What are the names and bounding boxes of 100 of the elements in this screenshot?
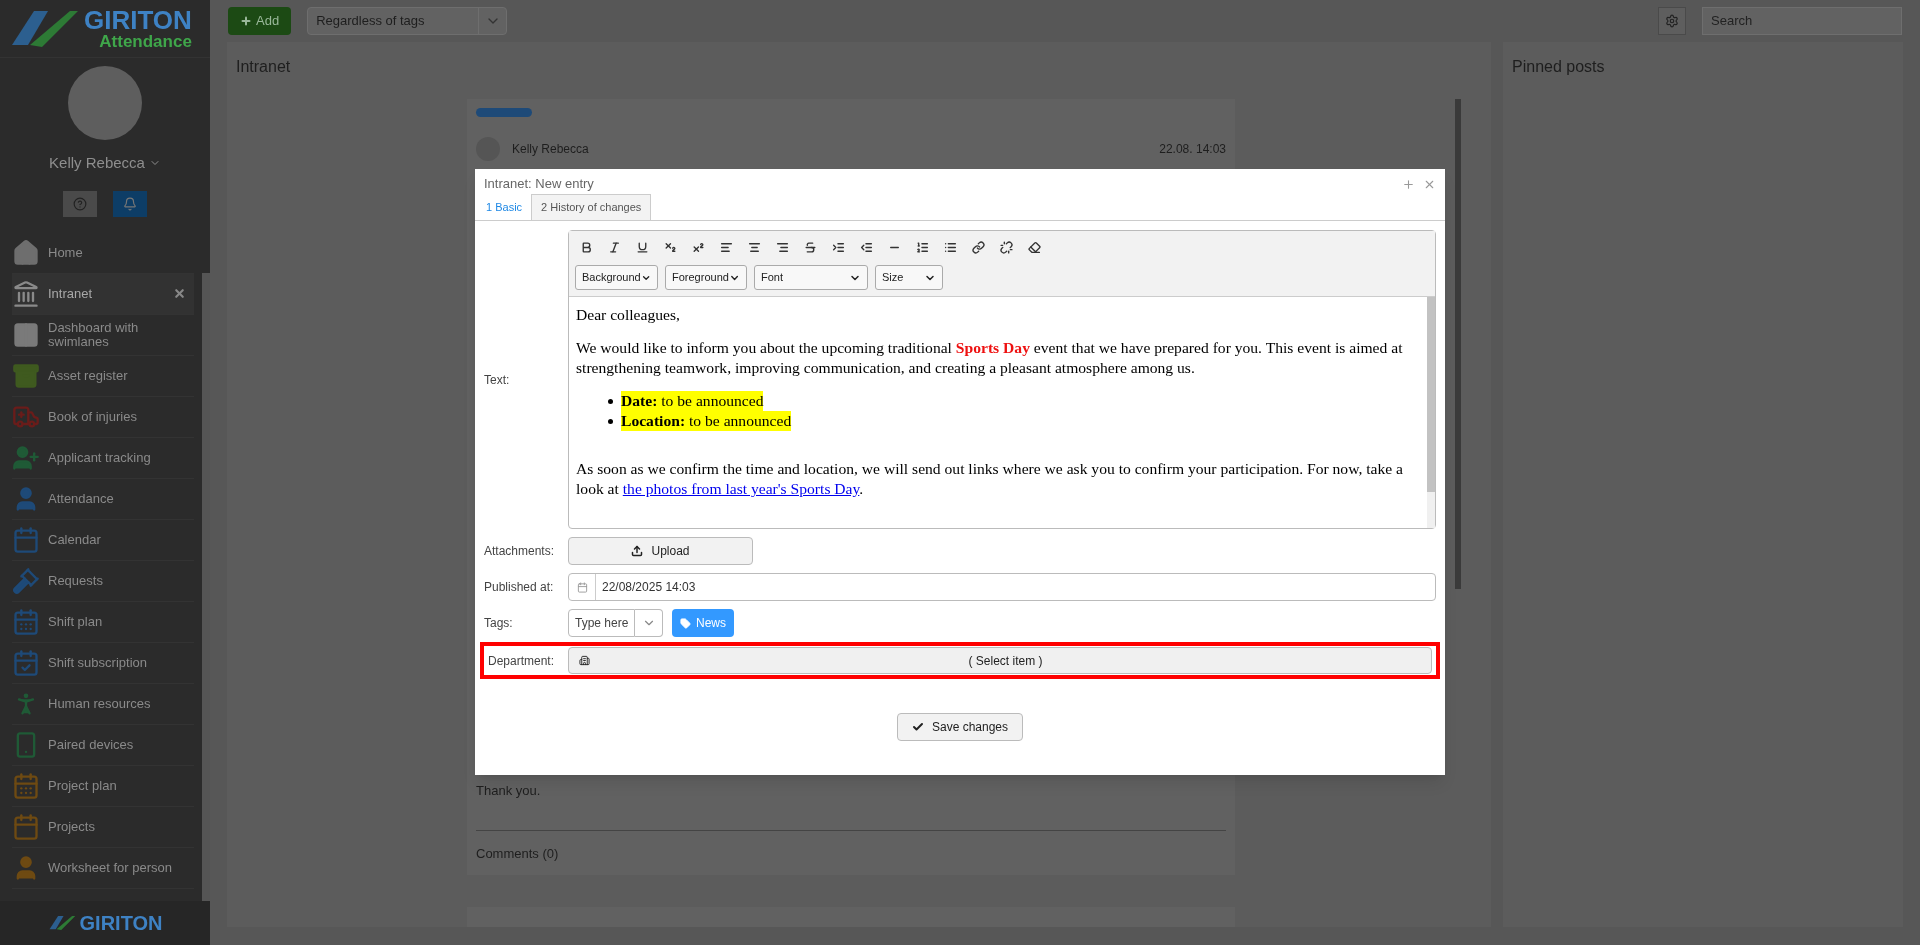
tag-filter-dropdown[interactable]: Regardless of tags: [307, 6, 508, 35]
comments-link[interactable]: Comments (0): [476, 846, 559, 861]
select-item-button[interactable]: ( Select item ): [568, 647, 1432, 674]
paragraph: Dear colleagues,: [576, 305, 681, 325]
post-date: 22.08. 14:03: [1159, 140, 1226, 158]
underline-icon: [635, 240, 649, 254]
building-icon: [579, 655, 590, 666]
sidebar-item[interactable]: Requests: [12, 560, 194, 602]
add-button[interactable]: Add: [228, 6, 292, 35]
paragraph: We would like to inform you about the upcoming traditional Sports Day event that we have prepared for you. This event is aimed at strengthening teamwork, improving communication, and creating a pleasant atmosphere among us.: [576, 338, 1404, 378]
sidebar-item-label: Shift plan: [48, 614, 104, 629]
sidebar-item-label: Asset register: [48, 368, 129, 383]
bell-icon: [123, 196, 137, 211]
columns-icon: [12, 320, 40, 349]
unlink-button[interactable]: [997, 238, 1015, 256]
list-item: Location: to be announced: [621, 411, 792, 431]
sidebar-item-label: Projects: [48, 819, 96, 834]
photos-link[interactable]: the photos from last year's Sports Day: [622, 480, 860, 497]
logo-product: Attendance: [99, 33, 192, 50]
field-label: Department:: [488, 652, 556, 670]
field-label: Attachments:: [484, 543, 556, 560]
box-icon: [12, 361, 40, 390]
sidebar-item-label: Book of injuries: [48, 409, 138, 424]
search-field[interactable]: Search: [1702, 6, 1902, 35]
calendar-icon: [576, 581, 588, 593]
calendar-grid-icon: [12, 771, 40, 800]
sidebar-item[interactable]: Shift subscription: [12, 642, 194, 684]
sidebar-item[interactable]: Shift plan: [12, 601, 194, 643]
link-icon: [971, 240, 985, 254]
sidebar-item[interactable]: Projects: [12, 806, 194, 848]
subscript-icon: [663, 240, 677, 254]
tag-icon: [680, 617, 691, 629]
notifications-button[interactable]: [113, 190, 147, 217]
field-label: Text:: [484, 371, 510, 389]
bullet-list-icon: [943, 240, 957, 254]
sidebar-item-label: Intranet: [48, 286, 94, 301]
sidebar-item[interactable]: Calendar: [12, 519, 194, 561]
bullet-icon: [608, 418, 613, 424]
format-select[interactable]: Background: [575, 265, 658, 290]
tab[interactable]: 2 History of changes: [531, 194, 652, 220]
sidebar-item[interactable]: Home: [12, 232, 194, 274]
sidebar-item-label: Human resources: [48, 696, 152, 711]
field-label: Published at:: [484, 579, 555, 596]
select-value: Size: [882, 270, 905, 286]
sidebar-item[interactable]: Attendance: [12, 478, 194, 520]
settings-button[interactable]: [1658, 6, 1686, 35]
sidebar-item[interactable]: Project plan: [12, 765, 194, 807]
sidebar-item[interactable]: Dashboard with swimlanes: [12, 314, 194, 356]
unlink-icon: [999, 240, 1013, 254]
save-button[interactable]: Save changes: [896, 713, 1024, 741]
sidebar-item[interactable]: Worksheet for person: [12, 847, 194, 889]
logo-brand: GIRITON: [84, 7, 192, 33]
strikethrough-icon: [803, 240, 817, 254]
field-label: Tags:: [484, 615, 514, 632]
sidebar-item-label: Home: [48, 245, 84, 260]
settings-icon: [1665, 13, 1679, 28]
date-field[interactable]: 22/08/2025 14:03: [568, 573, 1436, 601]
numbered-list-icon: [915, 240, 929, 254]
outdent-icon: [859, 240, 873, 254]
format-select[interactable]: Foreground: [665, 265, 747, 290]
sidebar-item-label: Dashboard with swimlanes: [48, 320, 140, 349]
house-icon: [12, 238, 40, 267]
paragraph: As soon as we confirm the time and location, we will send out links where we ask you to confirm your participation. For now, take a look at the photos from last year's Sports Day.: [576, 459, 1404, 499]
tag-chip[interactable]: News: [672, 609, 734, 637]
sidebar-item[interactable]: Paired devices: [12, 724, 194, 766]
plus-icon: [240, 14, 252, 27]
align-left-icon: [719, 240, 733, 254]
tag-bar: [476, 107, 532, 117]
dialog-title: Intranet: New entry: [484, 175, 595, 194]
link-button[interactable]: [969, 238, 987, 256]
select-value: Font: [761, 270, 784, 286]
sidebar-item[interactable]: Applicant tracking: [12, 437, 194, 479]
bullet-icon: [608, 398, 613, 404]
user-plus-icon: [12, 443, 40, 472]
align-right-icon: [775, 240, 789, 254]
calendar-grid-icon: [12, 607, 40, 636]
close-icon[interactable]: [173, 287, 186, 300]
user-name[interactable]: Kelly Rebecca: [49, 152, 161, 175]
calendar-icon: [12, 525, 40, 554]
select-value: Foreground: [672, 270, 729, 286]
calendar-check-icon: [12, 648, 40, 677]
eraser-icon: [1027, 240, 1041, 254]
superscript-icon: [691, 240, 705, 254]
sidebar-item[interactable]: Book of injuries: [12, 396, 194, 438]
format-select[interactable]: Font: [754, 265, 868, 290]
sidebar-item[interactable]: Asset register: [12, 355, 194, 397]
sidebar-item-label: Attendance: [48, 491, 115, 506]
panel-title: Intranet: [235, 56, 292, 77]
format-select[interactable]: Size: [875, 265, 943, 290]
maximize-icon[interactable]: [1402, 177, 1415, 191]
dropdown-value: Regardless of tags: [315, 12, 426, 30]
align-center-icon: [747, 240, 761, 254]
sidebar-item[interactable]: Human resources: [12, 683, 194, 725]
tag-input[interactable]: Type here: [568, 609, 635, 637]
sidebar-item[interactable]: Intranet: [12, 273, 194, 315]
italic-icon: [607, 240, 621, 254]
upload-button[interactable]: Upload: [568, 537, 753, 565]
sidebar-item-label: Applicant tracking: [48, 450, 152, 465]
select-value: Background: [582, 270, 641, 286]
bank-icon: [12, 279, 40, 308]
